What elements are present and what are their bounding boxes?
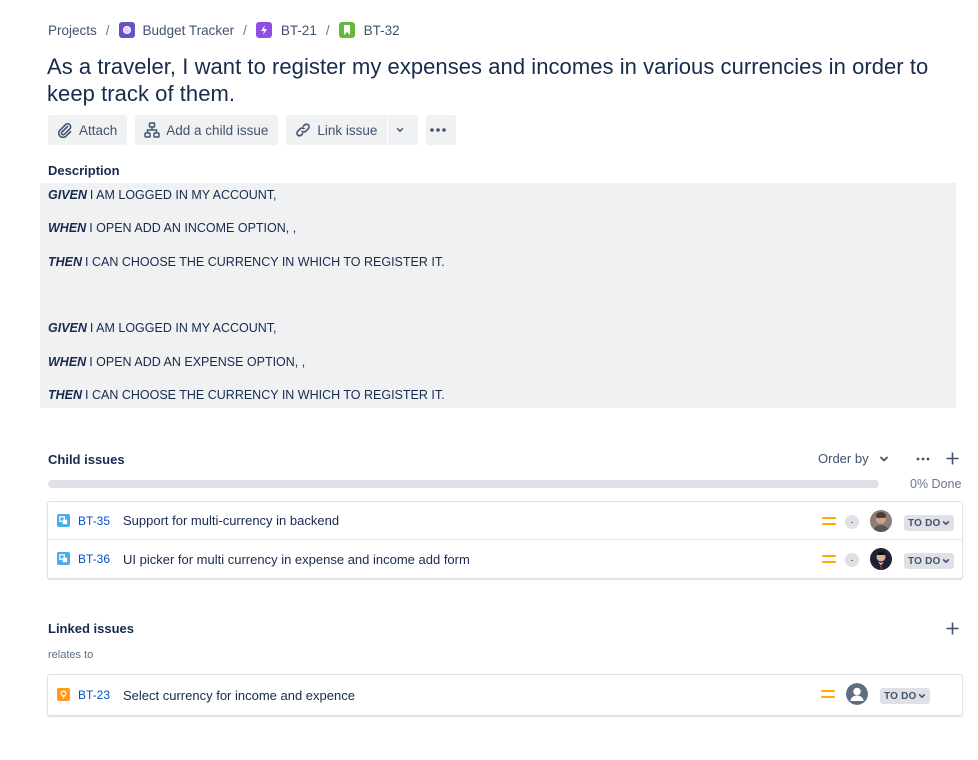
- status-label: TO DO: [908, 517, 941, 529]
- description-line: WHEN I OPEN ADD AN INCOME OPTION, ,: [48, 221, 296, 235]
- epic-icon: [255, 22, 272, 38]
- linked-issues-heading: Linked issues: [48, 621, 134, 636]
- child-issues-progress-bar: [48, 480, 879, 488]
- breadcrumb-separator: /: [325, 22, 330, 38]
- breadcrumb-story-label: BT-32: [363, 22, 400, 38]
- description-line: GIVEN I AM LOGGED IN MY ACCOUNT,: [48, 188, 277, 202]
- status-dropdown[interactable]: TO DO: [880, 688, 931, 704]
- status-dropdown[interactable]: TO DO: [904, 553, 955, 569]
- paperclip-icon: [57, 123, 72, 138]
- description-line: GIVEN I AM LOGGED IN MY ACCOUNT,: [48, 321, 277, 335]
- order-by-dropdown[interactable]: Order by: [818, 451, 889, 466]
- assignee-avatar[interactable]: [870, 548, 892, 570]
- gherkin-keyword: WHEN: [48, 355, 87, 369]
- child-issues-more-icon[interactable]: [916, 457, 930, 461]
- chevron-down-icon: [879, 456, 888, 461]
- gherkin-keyword: THEN: [48, 388, 83, 402]
- gherkin-text: I OPEN ADD AN EXPENSE OPTION, ,: [89, 355, 306, 369]
- gherkin-text: I OPEN ADD AN INCOME OPTION, ,: [89, 221, 297, 235]
- priority-medium-icon: [822, 517, 836, 527]
- link-issue-dropdown-button[interactable]: [388, 115, 419, 145]
- child-issues-list: BT-35 Support for multi-currency in back…: [47, 501, 963, 579]
- gherkin-keyword: THEN: [48, 255, 83, 269]
- description-heading: Description: [48, 163, 120, 178]
- status-dropdown[interactable]: TO DO: [904, 515, 955, 531]
- linked-issue-row[interactable]: BT-23 Select currency for income and exp…: [48, 675, 962, 715]
- chevron-down-icon: [397, 128, 404, 132]
- issue-key-link[interactable]: BT-36: [78, 552, 110, 566]
- subtask-icon: [57, 514, 70, 527]
- add-child-issue-plus-icon[interactable]: [946, 452, 959, 465]
- breadcrumb-story[interactable]: BT-32: [338, 22, 400, 38]
- story-points-badge[interactable]: -: [845, 515, 859, 529]
- gherkin-text: I AM LOGGED IN MY ACCOUNT,: [89, 321, 277, 335]
- breadcrumb-project[interactable]: Budget Tracker: [118, 22, 235, 38]
- unassigned-avatar-icon[interactable]: [846, 683, 868, 705]
- linked-issues-list: BT-23 Select currency for income and exp…: [47, 674, 963, 716]
- link-issue-label: Link issue: [317, 122, 378, 138]
- gherkin-keyword: WHEN: [48, 221, 87, 235]
- priority-medium-icon: [821, 690, 835, 700]
- gherkin-keyword: GIVEN: [48, 321, 87, 335]
- issue-summary[interactable]: Support for multi-currency in backend: [123, 513, 339, 528]
- child-issues-heading: Child issues: [48, 452, 125, 467]
- more-actions-button[interactable]: [426, 115, 457, 145]
- issue-summary[interactable]: Select currency for income and expence: [123, 688, 355, 703]
- child-issue-row[interactable]: BT-35 Support for multi-currency in back…: [48, 502, 962, 540]
- improvement-icon: [57, 688, 70, 701]
- issue-summary[interactable]: UI picker for multi currency in expense …: [123, 552, 470, 567]
- issue-key-link[interactable]: BT-35: [78, 514, 110, 528]
- link-icon: [296, 123, 311, 137]
- chevron-down-icon: [919, 694, 926, 698]
- issue-title[interactable]: As a traveler, I want to register my exp…: [47, 53, 947, 107]
- gherkin-text: I CAN CHOOSE THE CURRENCY IN WHICH TO RE…: [85, 255, 445, 269]
- breadcrumb-project-label: Budget Tracker: [142, 22, 235, 38]
- add-linked-issue-plus-icon[interactable]: [946, 622, 959, 635]
- issue-toolbar: Attach Add a child issue Link issue: [48, 115, 464, 145]
- more-horizontal-icon: [430, 128, 447, 132]
- project-avatar-icon: [118, 22, 135, 38]
- story-points-badge[interactable]: -: [845, 553, 859, 567]
- status-label: TO DO: [908, 555, 941, 567]
- hierarchy-icon: [144, 122, 161, 138]
- gherkin-keyword: GIVEN: [48, 188, 87, 202]
- description-line: WHEN I OPEN ADD AN EXPENSE OPTION, ,: [48, 355, 305, 369]
- progress-label: 0% Done: [910, 477, 962, 491]
- assignee-avatar[interactable]: [870, 510, 892, 532]
- story-icon: [338, 22, 355, 38]
- breadcrumb-projects[interactable]: Projects: [48, 23, 97, 38]
- chevron-down-icon: [943, 559, 950, 563]
- attach-label: Attach: [79, 122, 118, 138]
- link-issue-button[interactable]: Link issue: [286, 115, 388, 145]
- priority-medium-icon: [822, 555, 836, 565]
- breadcrumb-epic[interactable]: BT-21: [255, 22, 317, 38]
- add-child-issue-label: Add a child issue: [166, 122, 269, 138]
- status-label: TO DO: [884, 690, 917, 702]
- description-line: THEN I CAN CHOOSE THE CURRENCY IN WHICH T…: [48, 255, 445, 269]
- breadcrumb: Projects / Budget Tracker / BT-21 / BT-3…: [48, 20, 400, 40]
- chevron-down-icon: [943, 521, 950, 525]
- add-child-issue-button[interactable]: Add a child issue: [135, 115, 279, 145]
- child-issue-row[interactable]: BT-36 UI picker for multi currency in ex…: [48, 540, 962, 578]
- description-line: THEN I CAN CHOOSE THE CURRENCY IN WHICH T…: [48, 388, 445, 402]
- subtask-icon: [57, 552, 70, 565]
- gherkin-text: I CAN CHOOSE THE CURRENCY IN WHICH TO RE…: [85, 388, 445, 402]
- breadcrumb-separator: /: [105, 22, 110, 38]
- attach-button[interactable]: Attach: [48, 115, 128, 145]
- gherkin-text: I AM LOGGED IN MY ACCOUNT,: [89, 188, 277, 202]
- link-relation-label: relates to: [48, 649, 94, 661]
- issue-key-link[interactable]: BT-23: [78, 688, 110, 702]
- description-content[interactable]: GIVEN I AM LOGGED IN MY ACCOUNT, WHEN I OP…: [40, 183, 956, 408]
- order-by-label: Order by: [818, 451, 869, 466]
- breadcrumb-epic-label: BT-21: [280, 22, 317, 38]
- breadcrumb-separator: /: [243, 22, 247, 38]
